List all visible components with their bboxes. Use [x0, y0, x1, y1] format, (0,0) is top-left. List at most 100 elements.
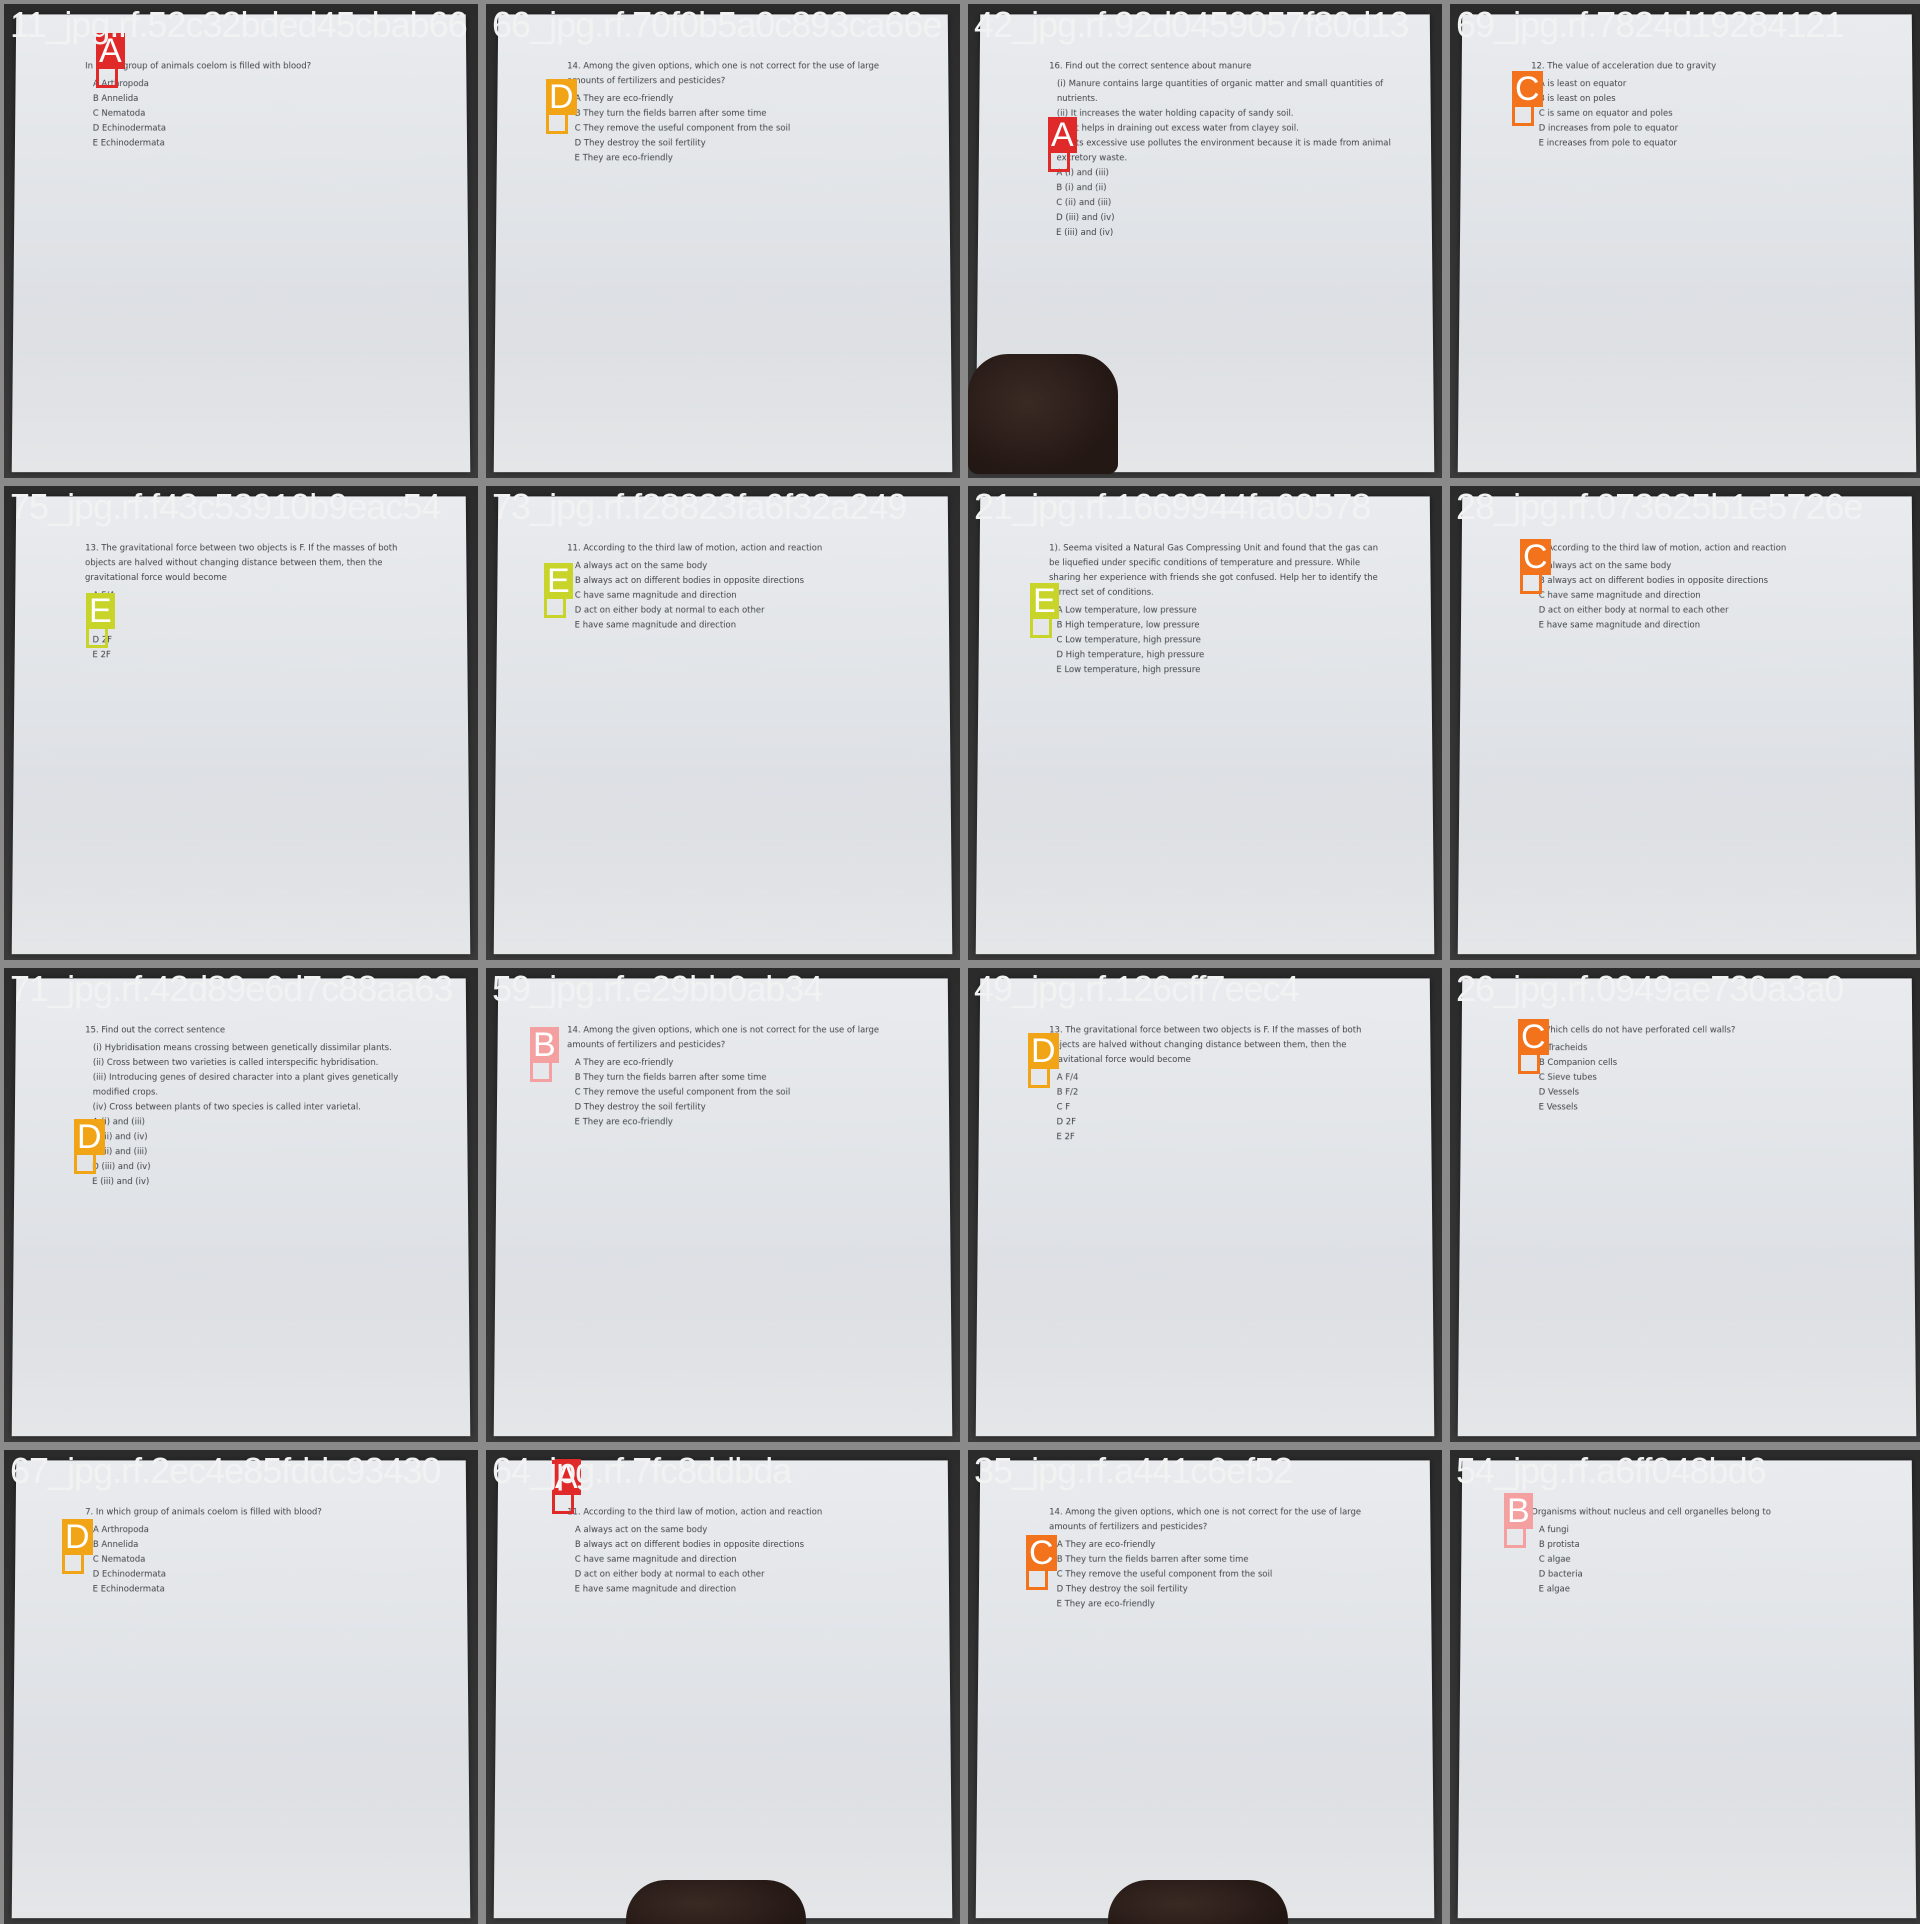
- answer-option: (iv) Cross between plants of two species…: [85, 1101, 428, 1116]
- question-text-block: 12. The value of acceleration due to gra…: [1531, 60, 1874, 152]
- answer-option: D act on either body at normal to each o…: [567, 604, 909, 619]
- detection-box: C: [1520, 572, 1542, 594]
- photo-tile: 11. According to the third law of motion…: [486, 486, 960, 960]
- answer-option: C Low temperature, high pressure: [1049, 633, 1392, 648]
- question-text-block: 15. Find out the correct sentence (i) Hyb…: [84, 1024, 428, 1190]
- photo-tile: 13. The gravitational force between two …: [968, 968, 1442, 1442]
- question-text: 11. According to the third law of motion…: [1531, 542, 1872, 557]
- filename-label: 54_jpg.rf.a6ff048bd6: [1456, 1450, 1766, 1492]
- answer-sheet-photo: In which group of animals coelom is fill…: [12, 14, 471, 472]
- answer-option: (ii) Cross between two varieties is call…: [85, 1056, 427, 1071]
- answer-option: E have same magnitude and direction: [567, 619, 910, 634]
- answer-option: C have same magnitude and direction: [567, 1553, 909, 1568]
- detection-box: B: [530, 1060, 552, 1082]
- question-text-block: 1). Seema visited a Natural Gas Compress…: [1048, 542, 1391, 679]
- filename-label: 49_jpg.rf.126cff7eec4: [974, 968, 1299, 1010]
- detection-box: A: [1048, 150, 1070, 172]
- question-text: 7. In which group of animals coelom is f…: [85, 1506, 426, 1521]
- answer-option: E (iii) and (iv): [1048, 226, 1392, 241]
- hand-photo: [626, 1880, 806, 1924]
- answer-option: E 2F: [1048, 1130, 1391, 1145]
- filename-label: 71_jpg.rf.42d89e6d7c88aa63: [10, 968, 452, 1010]
- answer-option: B They turn the fields barren after some…: [567, 107, 909, 122]
- answer-option: A always act on the same body: [567, 1523, 909, 1538]
- detection-class-label: E: [86, 593, 115, 629]
- answer-option: E Echinodermata: [85, 137, 428, 152]
- detection-class-label: B: [1504, 1493, 1533, 1529]
- filename-label: 67_jpg.rf.2ec4e85fddc93430: [10, 1450, 440, 1492]
- question-text: 14. Among the given options, which one i…: [567, 60, 909, 90]
- answer-option: B is least on poles: [1531, 92, 1873, 107]
- answer-option: (i) Hybridisation means crossing between…: [85, 1041, 427, 1056]
- answer-option: D (iii) and (iv): [84, 1160, 428, 1175]
- answer-sheet-photo: 14. Among the given options, which one i…: [494, 978, 953, 1436]
- answer-option: C have same magnitude and direction: [567, 589, 909, 604]
- detection-class-label: B: [530, 1027, 559, 1063]
- answer-option: B (i) and (ii): [1048, 181, 1391, 196]
- detection-box: E: [1030, 616, 1052, 638]
- question-text: 11. According to the third law of motion…: [567, 1506, 908, 1521]
- answer-option: D act on either body at normal to each o…: [1531, 604, 1873, 619]
- answer-option: E Echinodermata: [85, 1583, 428, 1598]
- detection-box: C: [1518, 1052, 1540, 1074]
- answer-option: A (i) and (iii): [85, 1115, 428, 1130]
- detection-box: D: [1028, 1066, 1050, 1088]
- question-text-block: 14. Among the given options, which one i…: [1049, 1506, 1392, 1613]
- image-grid: In which group of animals coelom is fill…: [0, 0, 1920, 1920]
- answer-sheet-photo: 1). Seema visited a Natural Gas Compress…: [976, 496, 1435, 954]
- detection-box: E: [86, 626, 108, 648]
- answer-option: D bacteria: [1531, 1568, 1873, 1583]
- answer-option: D Echinodermata: [85, 1568, 427, 1583]
- hand-photo: [968, 354, 1118, 474]
- photo-tile: Organisms without nucleus and cell organ…: [1450, 1450, 1920, 1924]
- answer-option: E They are eco-friendly: [567, 1115, 910, 1130]
- answer-option: (iv) Its excessive use pollutes the envi…: [1049, 137, 1392, 167]
- detection-class-label: C: [1518, 1019, 1549, 1055]
- answer-option: B They turn the fields barren after some…: [1049, 1553, 1391, 1568]
- answer-option: E 2F: [84, 648, 427, 663]
- answer-option: A is least on equator: [1531, 77, 1873, 92]
- detection-box: D: [74, 1152, 96, 1174]
- photo-tile: 14. Among the given options, which one i…: [968, 1450, 1442, 1924]
- question-text: 16. Find out the correct sentence about …: [1049, 60, 1390, 75]
- answer-option: B High temperature, low pressure: [1049, 619, 1392, 634]
- answer-option: D They destroy the soil fertility: [1049, 1583, 1392, 1598]
- answer-option: C Nematoda: [85, 1553, 427, 1568]
- answer-option: D 2F: [1049, 1115, 1392, 1130]
- answer-option: D act on either body at normal to each o…: [567, 1568, 909, 1583]
- photo-tile: 7. In which group of animals coelom is f…: [4, 1450, 478, 1924]
- detection-class-label: D: [1028, 1033, 1059, 1069]
- answer-option: A Tracheids: [1531, 1041, 1873, 1056]
- answer-sheet-photo: 11. According to the third law of motion…: [494, 1460, 953, 1918]
- detection-class-label: C: [1512, 71, 1543, 107]
- answer-option: (iii) It helps in draining out excess wa…: [1049, 122, 1391, 137]
- filename-label: 59_jpg.rf.e29bb0ab34: [492, 968, 822, 1010]
- detection-box: A: [552, 1492, 574, 1514]
- answer-option: E Vessels: [1531, 1101, 1874, 1116]
- question-text: In which group of animals coelom is fill…: [85, 60, 426, 75]
- filename-label: 11_jpg.rf.52c32bded45cbab66: [10, 4, 467, 46]
- answer-option: C have same magnitude and direction: [1531, 589, 1873, 604]
- answer-option: A always act on the same body: [1531, 559, 1873, 574]
- filename-label: 42_jpg.rf.92d0459057f80d13: [974, 4, 1408, 46]
- photo-tile: 11. According to the third law of motion…: [1450, 486, 1920, 960]
- answer-option: B protista: [1531, 1538, 1873, 1553]
- answer-option: B always act on different bodies in oppo…: [567, 1538, 909, 1553]
- answer-option: C Nematoda: [85, 107, 427, 122]
- question-text: 13. The gravitational force between two …: [85, 542, 427, 586]
- filename-label: 21_jpg.rf.1669944fa60578: [974, 486, 1370, 528]
- answer-option: E algae: [1531, 1583, 1874, 1598]
- answer-option: A They are eco-friendly: [1049, 1538, 1391, 1553]
- answer-option: B F/2: [85, 604, 427, 619]
- photo-tile: 11. According to the third law of motion…: [486, 1450, 960, 1924]
- answer-option: A (i) and (iii): [1048, 166, 1391, 181]
- question-text: 14. Among the given options, which one i…: [567, 1024, 909, 1054]
- answer-option: B Companion cells: [1531, 1056, 1873, 1071]
- photo-tile: 15. Find out the correct sentence (i) Hyb…: [4, 968, 478, 1442]
- question-text: Organisms without nucleus and cell organ…: [1531, 1506, 1872, 1521]
- answer-option: B They turn the fields barren after some…: [567, 1071, 909, 1086]
- answer-option: (iii) Introducing genes of desired chara…: [85, 1071, 427, 1101]
- answer-option: A F/4: [85, 589, 427, 604]
- filename-label: 28_jpg.rf.073625b1e5726e: [1456, 486, 1862, 528]
- answer-option: C They remove the useful component from …: [1049, 1568, 1391, 1583]
